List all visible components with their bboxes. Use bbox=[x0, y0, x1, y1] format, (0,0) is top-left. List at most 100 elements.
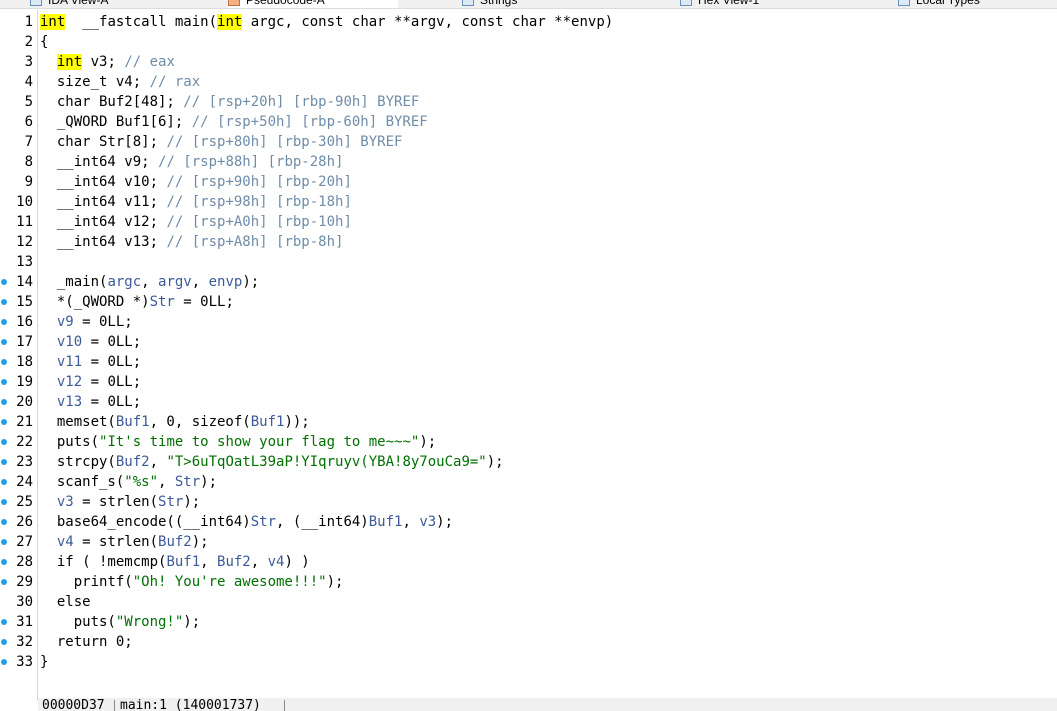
code-line[interactable]: 8 __int64 v9; // [rsp+88h] [rbp-28h] bbox=[0, 152, 1057, 172]
code-line[interactable]: 27 v4 = strlen(Buf2); bbox=[0, 532, 1057, 552]
code-line[interactable]: 20 v13 = 0LL; bbox=[0, 392, 1057, 412]
line-number: 14 bbox=[16, 274, 33, 290]
code-token: ) ) bbox=[284, 554, 310, 570]
line-number: 23 bbox=[16, 454, 33, 470]
line-number: 21 bbox=[16, 414, 33, 430]
code-token: ); bbox=[326, 574, 344, 590]
code-line[interactable]: 29 printf("Oh! You're awesome!!!"); bbox=[0, 572, 1057, 592]
code-line[interactable]: 12 __int64 v13; // [rsp+A8h] [rbp-8h] bbox=[0, 232, 1057, 252]
identifier-token: Buf2 bbox=[158, 534, 192, 550]
code-token: if ( !memcmp( bbox=[40, 554, 167, 570]
code-line[interactable]: 28 if ( !memcmp(Buf1, Buf2, v4) ) bbox=[0, 552, 1057, 572]
code-text: v3 = strlen(Str); bbox=[40, 492, 200, 512]
line-number: 9 bbox=[24, 174, 33, 190]
code-text: scanf_s("%s", Str); bbox=[40, 472, 217, 492]
code-line[interactable]: 14 _main(argc, argv, envp); bbox=[0, 272, 1057, 292]
line-number: 11 bbox=[16, 214, 33, 230]
code-line[interactable]: 6 _QWORD Buf1[6]; // [rsp+50h] [rbp-60h]… bbox=[0, 112, 1057, 132]
code-line[interactable]: 22 puts("It's time to show your flag to … bbox=[0, 432, 1057, 452]
code-text: int v3; // eax bbox=[40, 52, 175, 72]
code-line[interactable]: 21 memset(Buf1, 0, sizeof(Buf1)); bbox=[0, 412, 1057, 432]
code-line[interactable]: 16 v9 = 0LL; bbox=[0, 312, 1057, 332]
code-line[interactable]: 30 else bbox=[0, 592, 1057, 612]
line-number: 27 bbox=[16, 534, 33, 550]
tab-label: IDA View-A bbox=[48, 0, 109, 7]
code-token: ); bbox=[436, 514, 454, 530]
code-line[interactable]: 26 base64_encode((__int64)Str, (__int64)… bbox=[0, 512, 1057, 532]
code-text: base64_encode((__int64)Str, (__int64)Buf… bbox=[40, 512, 453, 532]
code-line[interactable]: 23 strcpy(Buf2, "T>6uTqOatL39aP!YIqruyv(… bbox=[0, 452, 1057, 472]
line-number: 6 bbox=[24, 114, 33, 130]
identifier-token: v11 bbox=[56, 354, 83, 370]
code-text: v11 = 0LL; bbox=[40, 352, 141, 372]
code-line[interactable]: 1 int __fastcall main(int argc, const cha… bbox=[0, 12, 1057, 32]
code-token: = 0LL; bbox=[82, 354, 142, 370]
code-token: __int64 v9; bbox=[40, 154, 159, 170]
line-number: 8 bbox=[24, 154, 33, 170]
code-token: __fastcall main( bbox=[65, 14, 218, 30]
code-token: ); bbox=[486, 454, 504, 470]
code-line[interactable]: 5 char Buf2[48]; // [rsp+20h] [rbp-90h] … bbox=[0, 92, 1057, 112]
code-text: { bbox=[40, 32, 48, 52]
code-token: __int64 v10; bbox=[40, 174, 167, 190]
code-line[interactable]: 4 size_t v4; // rax bbox=[0, 72, 1057, 92]
code-line[interactable]: 19 v12 = 0LL; bbox=[0, 372, 1057, 392]
identifier-token: v10 bbox=[56, 334, 83, 350]
code-line[interactable]: 3 int v3; // eax bbox=[0, 52, 1057, 72]
code-text: __int64 v9; // [rsp+88h] [rbp-28h] bbox=[40, 152, 344, 172]
code-text: _main(argc, argv, envp); bbox=[40, 272, 259, 292]
code-line[interactable]: 15 *(_QWORD *)Str = 0LL; bbox=[0, 292, 1057, 312]
line-number: 12 bbox=[16, 234, 33, 250]
code-line[interactable]: 10 __int64 v11; // [rsp+98h] [rbp-18h] bbox=[0, 192, 1057, 212]
code-line[interactable]: 18 v11 = 0LL; bbox=[0, 352, 1057, 372]
identifier-token: v3 bbox=[56, 494, 74, 510]
tab-hex-view-1[interactable]: Hex View-1 bbox=[680, 0, 830, 8]
status-divider bbox=[284, 700, 285, 711]
code-line[interactable]: 7 char Str[8]; // [rsp+80h] [rbp-30h] BY… bbox=[0, 132, 1057, 152]
comment-token: // rax bbox=[149, 74, 201, 90]
comment-token: // [rsp+20h] [rbp-90h] BYREF bbox=[183, 94, 420, 110]
identifier-token: v13 bbox=[56, 394, 83, 410]
code-line[interactable]: 31 puts("Wrong!"); bbox=[0, 612, 1057, 632]
tab-pseudocode-a[interactable]: Pseudocode-A bbox=[228, 0, 398, 8]
tab-ida-view-a[interactable]: IDA View-A bbox=[30, 0, 180, 8]
code-line[interactable]: 11 __int64 v12; // [rsp+A0h] [rbp-10h] bbox=[0, 212, 1057, 232]
line-number: 26 bbox=[16, 514, 33, 530]
tab-bar: IDA View-A Pseudocode-A Strings Hex View-1 L… bbox=[0, 0, 1057, 9]
code-line[interactable]: 2{ bbox=[0, 32, 1057, 52]
identifier-token: Str bbox=[174, 474, 201, 490]
identifier-token: Buf2 bbox=[115, 454, 150, 470]
pseudocode-view[interactable]: 1 int __fastcall main(int argc, const cha… bbox=[0, 12, 1057, 672]
code-token: argc, const char **argv, const char **en… bbox=[242, 14, 614, 30]
status-address: 00000D37 bbox=[42, 698, 105, 711]
line-number: 22 bbox=[16, 434, 33, 450]
status-bar: 00000D37 main:1 (140001737) bbox=[38, 698, 1057, 711]
code-line[interactable]: 24 scanf_s("%s", Str); bbox=[0, 472, 1057, 492]
code-line[interactable]: 13 bbox=[0, 252, 1057, 272]
code-line[interactable]: 32 return 0; bbox=[0, 632, 1057, 652]
code-text: size_t v4; // rax bbox=[40, 72, 200, 92]
code-token: = strlen( bbox=[73, 494, 159, 510]
code-line[interactable]: 9 __int64 v10; // [rsp+90h] [rbp-20h] bbox=[0, 172, 1057, 192]
code-token: = strlen( bbox=[73, 534, 159, 550]
line-number: 29 bbox=[16, 574, 33, 590]
code-token: , (__int64) bbox=[276, 514, 369, 530]
line-number: 18 bbox=[16, 354, 33, 370]
code-token: , bbox=[200, 554, 218, 570]
code-line[interactable]: 33} bbox=[0, 652, 1057, 672]
status-divider bbox=[114, 700, 115, 711]
tab-icon bbox=[228, 0, 240, 6]
comment-token: // [rsp+90h] [rbp-20h] bbox=[166, 174, 352, 190]
line-number: 28 bbox=[16, 554, 33, 570]
code-token: )); bbox=[284, 414, 310, 430]
identifier-token: Str bbox=[158, 494, 184, 510]
code-text: _QWORD Buf1[6]; // [rsp+50h] [rbp-60h] B… bbox=[40, 112, 428, 132]
line-number: 19 bbox=[16, 374, 33, 390]
tab-strings[interactable]: Strings bbox=[462, 0, 612, 8]
code-text: char Str[8]; // [rsp+80h] [rbp-30h] BYRE… bbox=[40, 132, 403, 152]
code-line[interactable]: 25 v3 = strlen(Str); bbox=[0, 492, 1057, 512]
code-line[interactable]: 17 v10 = 0LL; bbox=[0, 332, 1057, 352]
string-token: "Wrong!" bbox=[115, 614, 184, 630]
tab-local-types[interactable]: Local Types bbox=[898, 0, 1048, 8]
